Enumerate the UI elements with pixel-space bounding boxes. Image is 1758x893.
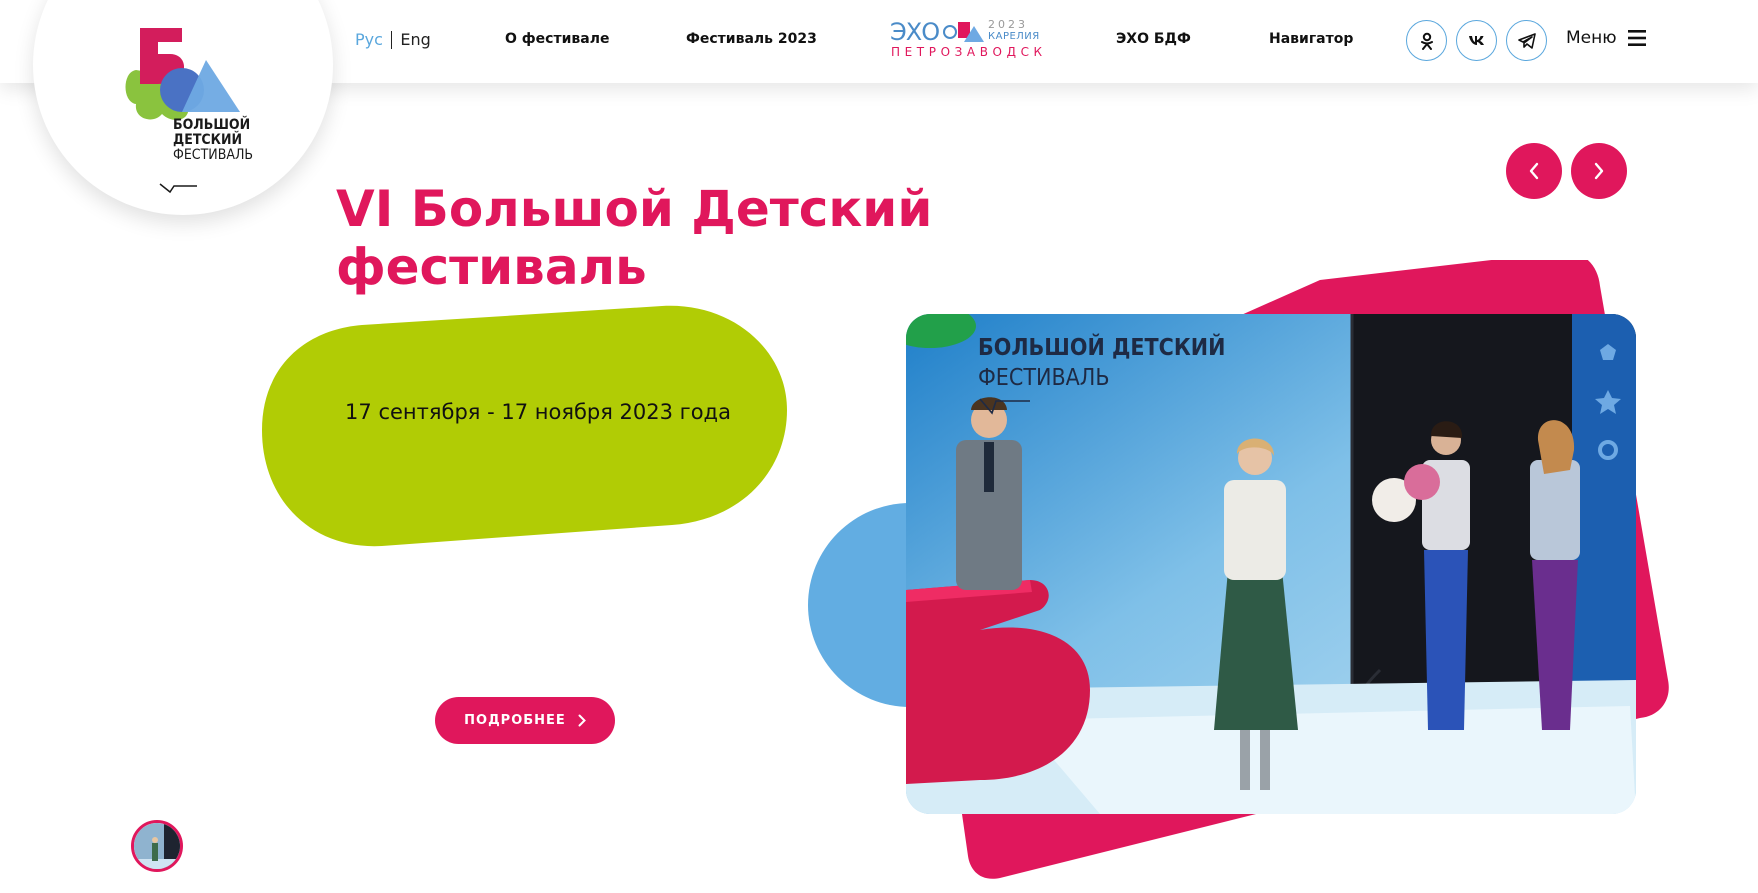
title-line-2: фестиваль (336, 238, 647, 296)
photo-caption-line-1: БОЛЬШОЙ ДЕТСКИЙ (978, 335, 1226, 361)
telegram-button[interactable] (1506, 20, 1547, 61)
echo-region: КАРЕЛИЯ (988, 31, 1040, 42)
echo-year: 2023 (988, 18, 1028, 31)
hero-photo-composition (808, 260, 1669, 879)
echo-mark-icon (943, 22, 984, 42)
speech-tail-icon (979, 398, 1030, 415)
more-button[interactable]: ПОДРОБНЕЕ (435, 697, 615, 744)
nav-festival-2023[interactable]: Фестиваль 2023 (686, 31, 817, 47)
slide-thumbnail[interactable] (131, 820, 183, 872)
telegram-icon (1517, 32, 1536, 49)
logo-wordmark: БОЛЬШОЙ ДЕТСКИЙ ФЕСТИВАЛЬ (173, 118, 253, 163)
echo-word: ЭХО (890, 18, 940, 46)
festival-dates: 17 сентября - 17 ноября 2023 года (345, 400, 731, 424)
menu-button[interactable]: Меню (1566, 28, 1647, 48)
chevron-left-icon (1529, 162, 1539, 180)
photo-caption-line-2: ФЕСТИВАЛЬ (978, 365, 1110, 391)
prev-slide-button[interactable] (1506, 143, 1562, 199)
odnoklassniki-button[interactable] (1406, 20, 1447, 61)
vk-button[interactable] (1456, 20, 1497, 61)
page-title: VI Большой Детский фестиваль (336, 180, 932, 296)
next-slide-button[interactable] (1571, 143, 1627, 199)
logo-line-2: ДЕТСКИЙ (173, 132, 243, 148)
vk-icon (1468, 35, 1484, 45)
chevron-right-icon (1594, 162, 1604, 180)
lang-en-link[interactable]: Eng (400, 30, 430, 49)
lang-ru-link[interactable]: Рус (355, 30, 383, 49)
echo-logo[interactable]: ЭХО 2023 КАРЕЛИЯ ПЕТРОЗАВОДСК (890, 18, 1042, 62)
logo-line-1: БОЛЬШОЙ (173, 117, 251, 133)
date-pill-shape (262, 305, 787, 547)
title-line-1: VI Большой Детский (336, 180, 933, 238)
chevron-right-icon (578, 714, 586, 727)
echo-city: ПЕТРОЗАВОДСК (891, 45, 1047, 59)
odnoklassniki-icon (1420, 32, 1433, 50)
photo-caption: БОЛЬШОЙ ДЕТСКИЙ ФЕСТИВАЛЬ (978, 333, 1225, 423)
hamburger-icon (1627, 30, 1646, 46)
nav-navigator[interactable]: Навигатор (1269, 31, 1353, 47)
thumbnail-image (134, 823, 180, 869)
lang-divider (390, 30, 393, 49)
more-button-label: ПОДРОБНЕЕ (464, 713, 566, 728)
language-switcher: Рус Eng (355, 30, 431, 49)
festival-logo[interactable] (122, 24, 252, 194)
nav-about[interactable]: О фестивале (505, 31, 609, 47)
nav-echo[interactable]: ЭХО БДФ (1116, 31, 1191, 47)
logo-line-3: ФЕСТИВАЛЬ (173, 147, 254, 163)
menu-label: Меню (1566, 28, 1617, 48)
